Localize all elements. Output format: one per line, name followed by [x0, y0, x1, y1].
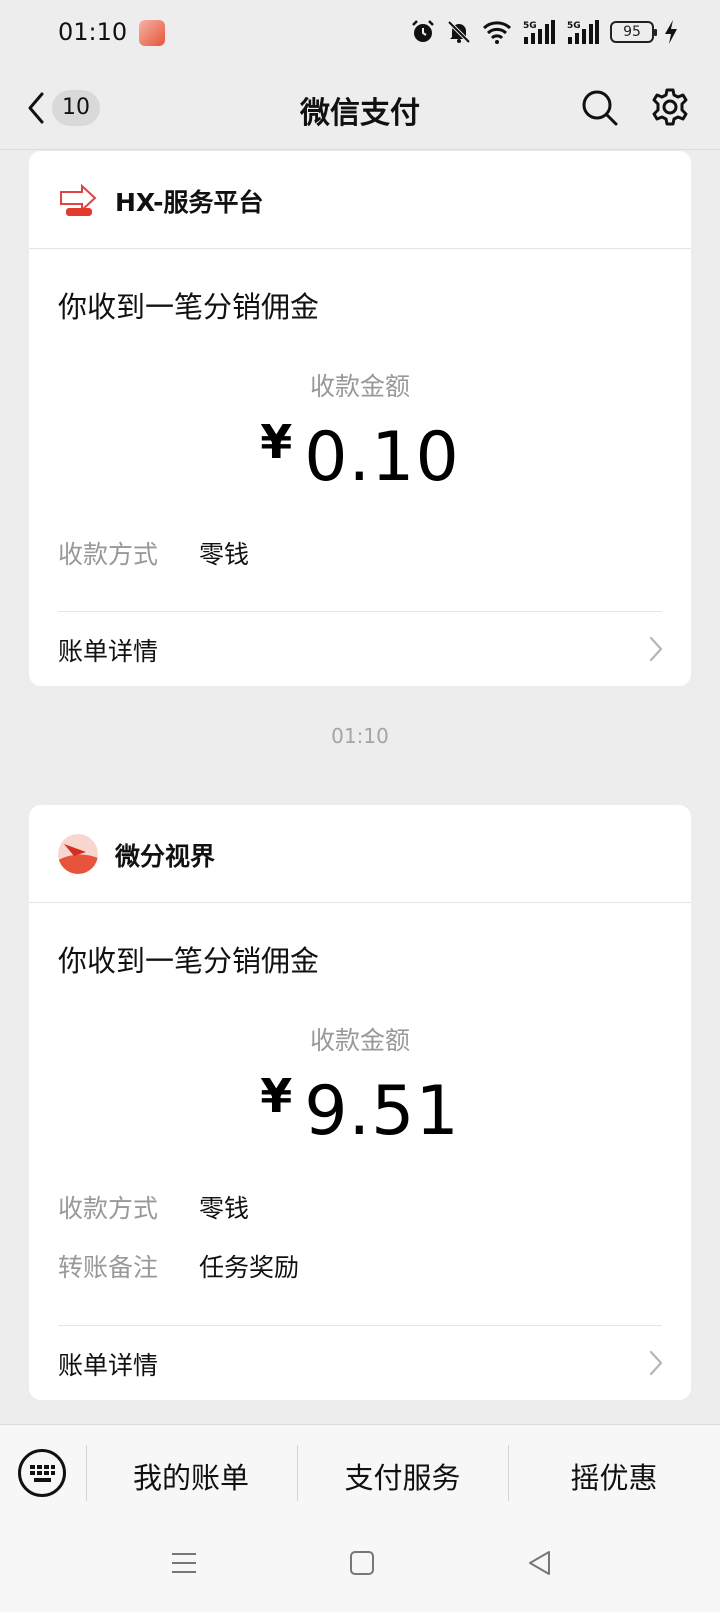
merchant-name: HX-服务平台: [115, 188, 264, 217]
square-home-icon: [350, 1551, 374, 1575]
svg-text:5G: 5G: [523, 21, 537, 31]
message-title: 你收到一笔分销佣金: [58, 290, 320, 324]
bill-details-link[interactable]: 账单详情: [29, 1326, 691, 1398]
amount-value: ¥0.10: [29, 415, 691, 497]
charging-icon: [665, 20, 677, 44]
payment-method-value: 零钱: [199, 1194, 250, 1223]
keyboard-toggle-button[interactable]: [18, 1449, 66, 1497]
alarm-icon: [412, 20, 434, 42]
notification-app-icon: [139, 20, 165, 46]
bill-details-label: 账单详情: [58, 637, 159, 666]
nav-bar: 10 微信支付: [0, 66, 720, 150]
menu-shake-offers[interactable]: 摇优惠: [508, 1455, 720, 1497]
gear-icon: [652, 88, 688, 126]
wifi-icon: [482, 21, 512, 44]
card-header[interactable]: HX-服务平台: [29, 151, 691, 249]
message-timestamp: 01:10: [331, 724, 389, 748]
settings-button[interactable]: [650, 87, 690, 127]
payment-message-card: HX-服务平台 你收到一笔分销佣金 收款金额 ¥0.10 收款方式 零钱 账单详…: [29, 151, 691, 686]
bottom-menu: 我的账单 支付服务 摇优惠: [0, 1424, 720, 1520]
amount-value: ¥9.51: [29, 1069, 691, 1151]
status-bar: 01:10 5G 5G 95: [0, 0, 720, 66]
signal-5g-icon: 5G: [567, 20, 599, 44]
merchant-name: 微分视界: [115, 842, 216, 871]
payment-method-value: 零钱: [199, 540, 250, 569]
chevron-right-icon: [649, 636, 663, 662]
bill-details-link[interactable]: 账单详情: [29, 612, 691, 684]
merchant-logo: [58, 834, 98, 874]
merchant-logo: [58, 180, 98, 220]
bill-details-label: 账单详情: [58, 1351, 159, 1380]
amount-number: 0.10: [304, 418, 460, 497]
menu-lines-icon: [172, 1553, 196, 1573]
status-icons: 5G 5G 95: [410, 18, 678, 46]
payment-method-label: 收款方式: [58, 540, 159, 569]
currency-symbol: ¥: [260, 1069, 293, 1123]
payment-message-card: 微分视界 你收到一笔分销佣金 收款金额 ¥9.51 收款方式 零钱 转账备注 任…: [29, 805, 691, 1400]
menu-my-bills[interactable]: 我的账单: [86, 1455, 296, 1497]
svg-text:5G: 5G: [567, 21, 581, 31]
menu-payment-services[interactable]: 支付服务: [297, 1455, 508, 1497]
keyboard-icon: [30, 1465, 55, 1482]
triangle-back-icon: [529, 1551, 550, 1575]
transfer-note-label: 转账备注: [58, 1253, 159, 1282]
payment-method-label: 收款方式: [58, 1194, 159, 1223]
system-back-button[interactable]: [527, 1550, 553, 1580]
system-navigation-bar: [0, 1520, 720, 1612]
amount-number: 9.51: [304, 1072, 460, 1151]
chevron-right-icon: [649, 1350, 663, 1376]
currency-symbol: ¥: [260, 415, 293, 469]
search-button[interactable]: [580, 88, 620, 128]
recent-apps-button[interactable]: [171, 1550, 197, 1580]
status-time: 01:10: [58, 18, 128, 46]
message-title: 你收到一笔分销佣金: [58, 944, 320, 978]
card-header[interactable]: 微分视界: [29, 805, 691, 903]
transfer-note-value: 任务奖励: [199, 1253, 300, 1282]
signal-5g-icon: 5G: [523, 20, 555, 44]
amount-label: 收款金额: [309, 1026, 410, 1055]
mute-bell-icon: [447, 20, 471, 44]
battery-indicator: 95: [610, 21, 657, 43]
amount-label: 收款金额: [309, 372, 410, 401]
search-icon: [582, 90, 618, 126]
home-button[interactable]: [349, 1550, 375, 1580]
